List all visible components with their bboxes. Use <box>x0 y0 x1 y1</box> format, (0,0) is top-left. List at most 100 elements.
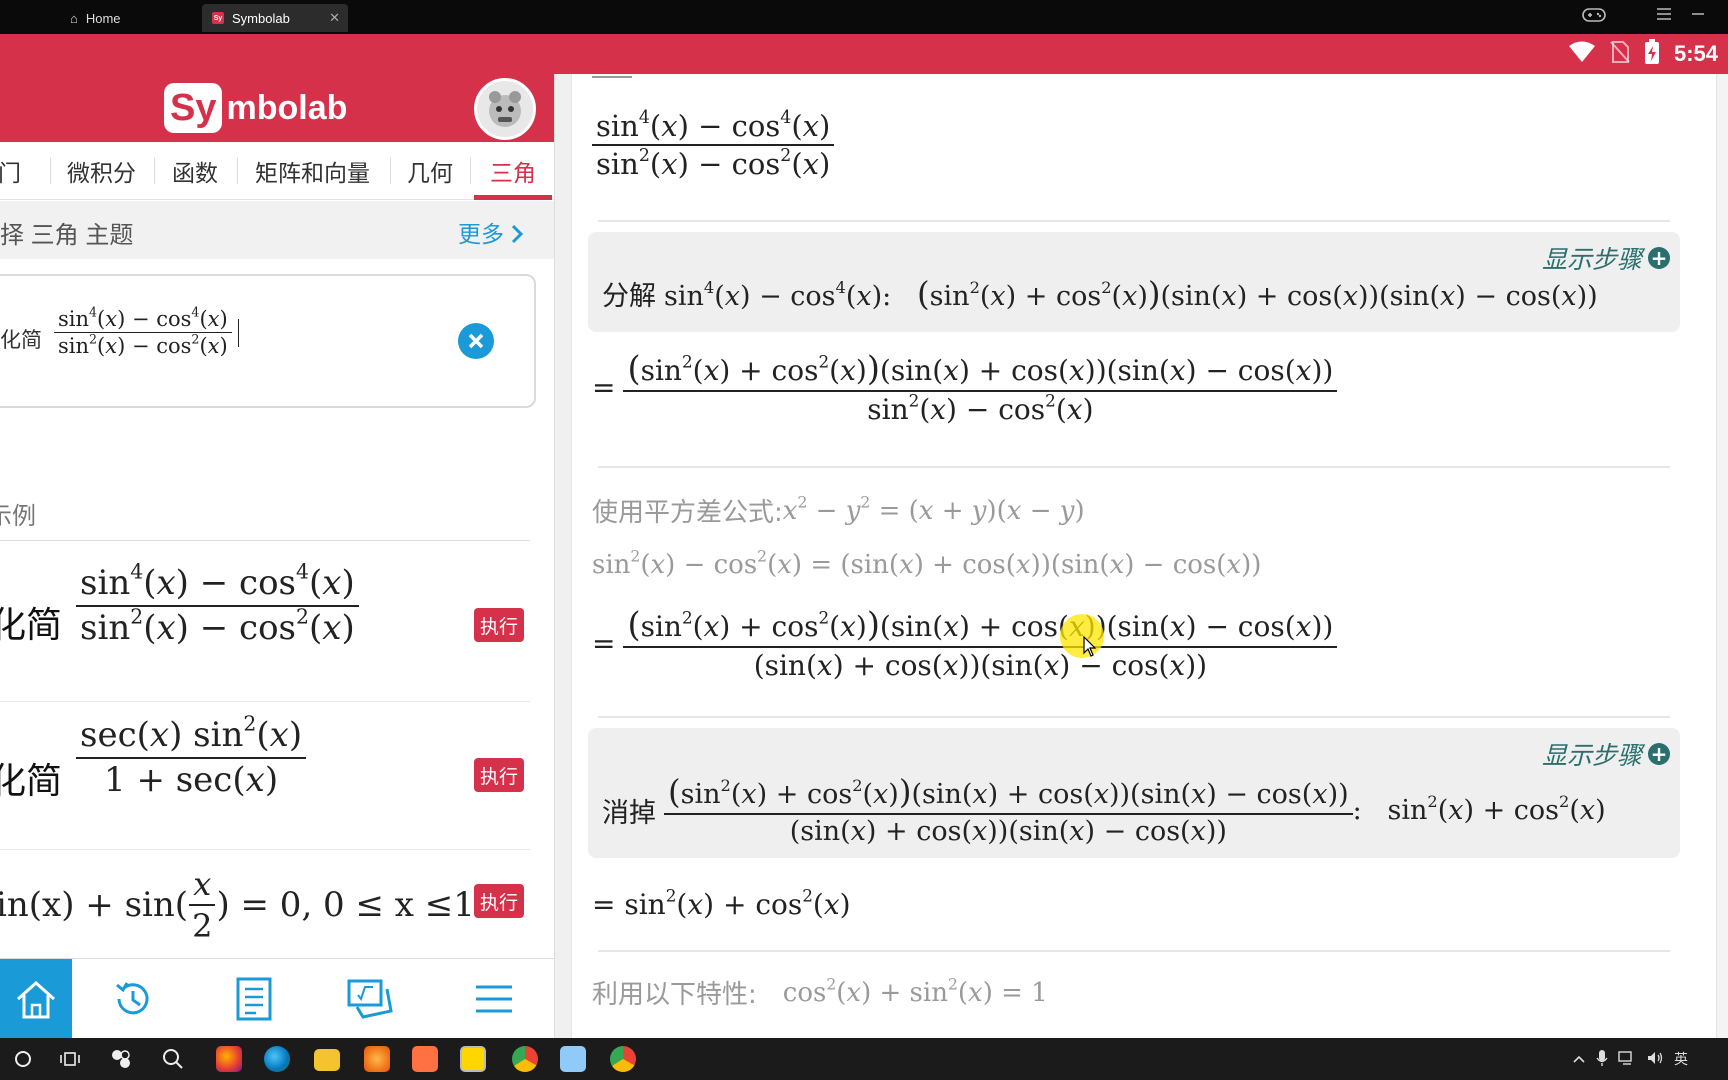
tab-matrices[interactable]: 矩阵和向量 <box>255 142 370 200</box>
avatar[interactable] <box>474 78 536 140</box>
notes-app-icon[interactable] <box>560 1046 586 1072</box>
example-item[interactable]: 化简 sec(x) sin2(x) 1 + sec(x) 执行 <box>0 702 530 850</box>
tab-calculus[interactable]: 微积分 <box>67 142 136 200</box>
tab-geometry[interactable]: 几何 <box>407 142 453 200</box>
plus-circle-icon: + <box>1648 247 1670 269</box>
nav-notebook[interactable] <box>218 959 290 1038</box>
home-icon <box>17 980 55 1019</box>
emulator-app-icon[interactable] <box>460 1046 486 1072</box>
task-view-icon[interactable] <box>60 1050 80 1073</box>
nav-menu[interactable] <box>458 959 530 1038</box>
step-divider <box>598 950 1670 952</box>
input-expression: sin4(x) − cos4(x) sin2(x) − cos2(x) <box>54 306 240 360</box>
step-divider <box>598 220 1670 222</box>
chrome-icon[interactable] <box>512 1046 538 1072</box>
chevron-right-icon <box>512 224 524 244</box>
show-steps-label: 显示步骤 <box>1541 741 1642 770</box>
tab-home[interactable]: ⌂ Home <box>60 4 196 32</box>
example-expression: in(x) + sin( x2 ) = 0, 0 ≤ x ≤ 1 <box>0 864 475 946</box>
nav-home[interactable] <box>0 959 72 1038</box>
firefox-icon[interactable] <box>216 1046 242 1072</box>
tab-functions[interactable]: 函数 <box>172 142 218 200</box>
chrome-icon[interactable] <box>610 1046 636 1072</box>
network-icon[interactable] <box>1618 1050 1636 1069</box>
widgets-icon[interactable] <box>110 1048 132 1075</box>
input-prefix: 化简 <box>0 328 42 352</box>
battery-charging-icon <box>1644 38 1660 70</box>
factor-label: 分解 <box>602 281 656 312</box>
logo-sy: Sy <box>164 83 223 133</box>
examples-heading: 示例 <box>0 502 36 530</box>
app-v-icon[interactable] <box>412 1046 438 1072</box>
symbolab-favicon: Sy <box>212 12 224 24</box>
header-bar: Sy mbolab <box>0 74 554 142</box>
left-panel: Sy mbolab 门 微积分 函数 矩阵和向量 几何 三角 择 三角 主题 更… <box>0 74 554 1038</box>
windows-taskbar: 英 <box>0 1038 1728 1080</box>
symbolab-logo[interactable]: Sy mbolab <box>164 80 347 136</box>
menu-icon[interactable] <box>1656 6 1672 27</box>
step-divider <box>598 716 1670 718</box>
nav-history[interactable] <box>97 959 169 1038</box>
tab-symbolab[interactable]: Sy Symbolab ✕ <box>202 4 348 32</box>
clear-input-icon[interactable] <box>458 323 494 359</box>
history-icon <box>116 982 149 1015</box>
status-clock: 5:54 <box>1673 41 1718 66</box>
topic-selector[interactable]: 择 三角 主题 更多 <box>0 201 554 259</box>
user-avatar-icon <box>489 91 521 127</box>
solution-panel: sin4(x) − cos4(x) sin2(x) − cos2(x) 显示步骤 … <box>572 74 1728 1038</box>
app-icon[interactable] <box>364 1046 390 1072</box>
home-icon: ⌂ <box>70 10 78 26</box>
chevron-up-icon[interactable] <box>1572 1052 1586 1067</box>
difference-of-squares-applied: sin2(x) − cos2(x) = (sin(x) + cos(x))(si… <box>592 547 1262 580</box>
show-steps-button[interactable]: 显示步骤 + <box>1542 736 1670 772</box>
ime-indicator-icon[interactable]: 英 <box>1674 1049 1688 1069</box>
search-circle-icon[interactable] <box>14 1050 32 1073</box>
plus-circle-icon: + <box>1648 743 1670 765</box>
examples-divider <box>0 540 530 541</box>
status-bar: 5:54 <box>0 34 1728 74</box>
clock-icon[interactable] <box>1698 1053 1720 1066</box>
example-prefix: 化简 <box>0 605 63 646</box>
notebook-icon <box>236 977 272 1021</box>
original-expression: sin4(x) − cos4(x) sin2(x) − cos2(x) <box>592 108 835 183</box>
show-steps-button[interactable]: 显示步骤 + <box>1542 240 1670 276</box>
emulator-title-bar: ⌂ Home Sy Symbolab ✕ <box>0 0 1728 34</box>
tab-trigonometry[interactable]: 三角 <box>474 142 552 200</box>
more-link[interactable]: 更多 <box>458 215 524 249</box>
factored-result: = (sin2(x) + cos2(x))(sin(x) + cos(x))(s… <box>592 348 1338 427</box>
volume-icon[interactable] <box>1646 1050 1664 1069</box>
tab-intro[interactable]: 门 <box>0 142 21 200</box>
minimize-icon[interactable] <box>1690 6 1706 27</box>
file-explorer-icon[interactable] <box>314 1049 340 1071</box>
clipped-heading <box>592 74 632 78</box>
tab-home-label: Home <box>85 10 121 26</box>
logo-text: mbolab <box>226 88 348 127</box>
text-cursor <box>238 318 240 347</box>
tab-symbolab-label: Symbolab <box>232 10 290 26</box>
gamepad-icon[interactable] <box>1582 6 1606 29</box>
edge-icon[interactable] <box>264 1046 290 1072</box>
example3-prefix: in(x) + sin( <box>0 885 189 925</box>
diff-squares-label: 使用平方差公式: <box>592 498 783 528</box>
run-button[interactable]: 执行 <box>474 608 524 642</box>
example-item[interactable]: in(x) + sin( x2 ) = 0, 0 ≤ x ≤ 1 执行 <box>0 850 530 958</box>
scrollbar[interactable] <box>1716 74 1728 1038</box>
practice-cards-icon <box>347 979 393 1019</box>
run-button[interactable]: 执行 <box>474 758 524 792</box>
hamburger-menu-icon <box>476 985 512 1013</box>
microphone-icon[interactable] <box>1596 1049 1608 1070</box>
factor-step: 分解 sin4(x) − cos4(x): (sin2(x) + cos2(x)… <box>602 274 1598 313</box>
factor-step-box: 显示步骤 + 分解 sin4(x) − cos4(x): (sin2(x) + … <box>588 232 1680 332</box>
expression-input[interactable]: 化简 sin4(x) − cos4(x) sin2(x) − cos2(x) <box>0 274 536 408</box>
zoom-search-icon[interactable] <box>162 1048 184 1075</box>
more-label: 更多 <box>458 221 504 247</box>
run-button[interactable]: 执行 <box>474 884 524 918</box>
nav-practice[interactable] <box>336 959 408 1038</box>
close-tab-icon[interactable]: ✕ <box>329 10 340 26</box>
example-item[interactable]: 化简 sin4(x) − cos4(x) sin2(x) − cos2(x) 执行 <box>0 552 530 702</box>
example-prefix: 化简 <box>0 761 63 802</box>
cancel-step: 消掉 (sin2(x) + cos2(x))(sin(x) + cos(x))(… <box>602 773 1606 847</box>
split-divider[interactable] <box>554 74 572 1038</box>
wifi-icon <box>1568 41 1596 68</box>
identity-label: 利用以下特性: <box>592 980 757 1010</box>
